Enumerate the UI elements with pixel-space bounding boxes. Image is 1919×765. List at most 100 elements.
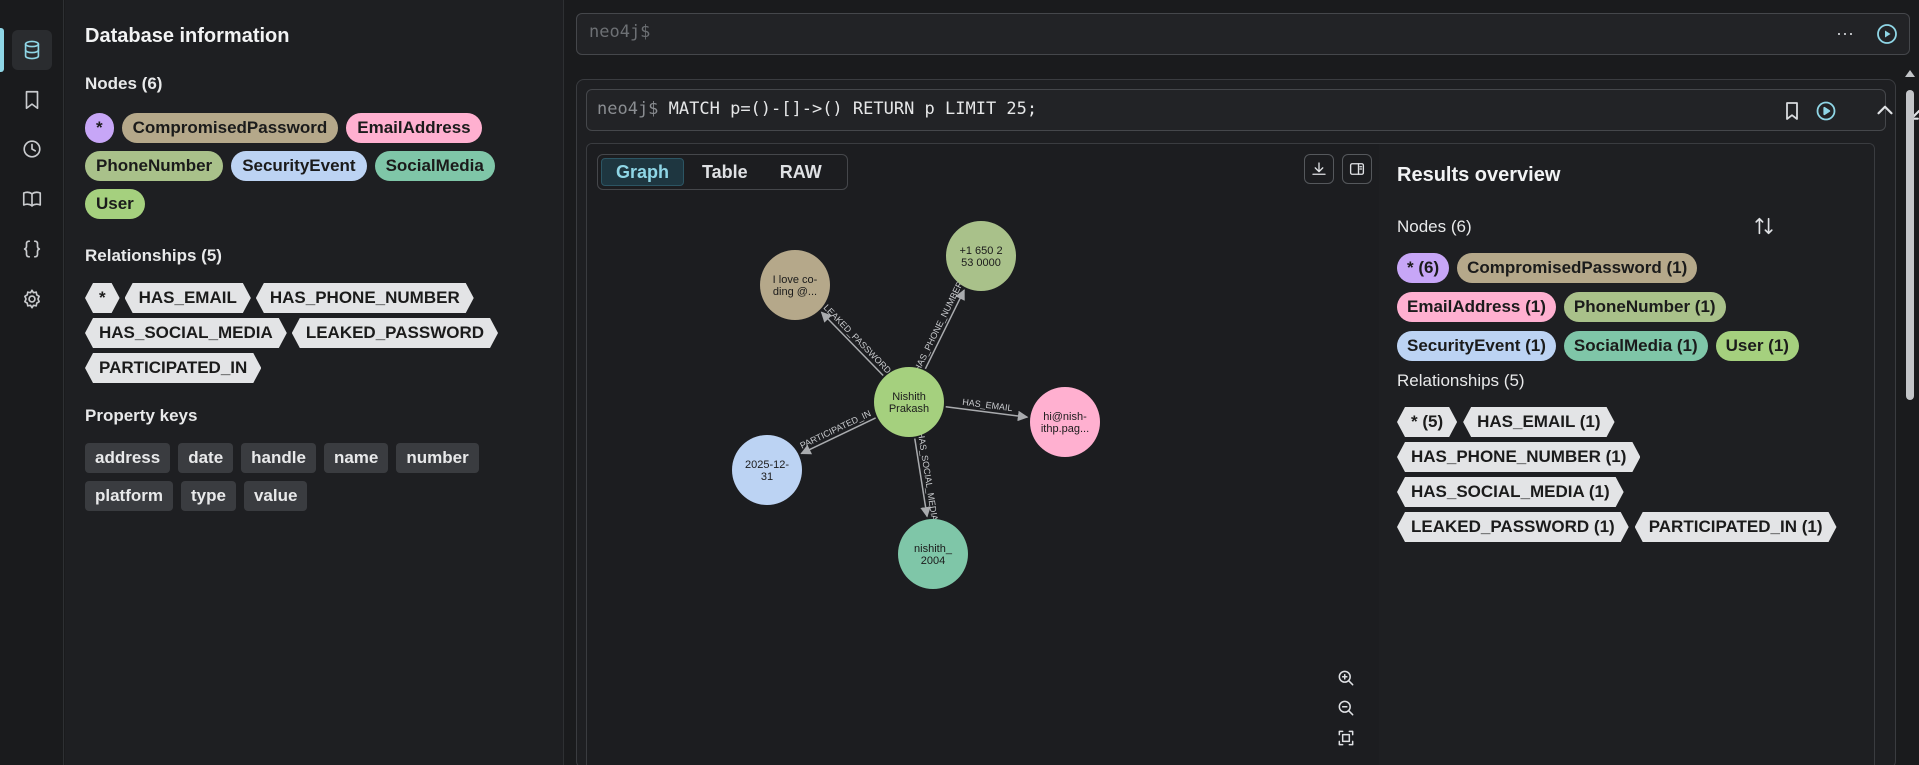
run-query-icon[interactable] [1875,22,1899,46]
graph-node-caption: nishith_ [914,543,953,555]
rel-chip-has-email[interactable]: HAS_EMAIL [125,283,251,313]
graph-canvas[interactable]: Graph Table RAW LEAKED_PASSWORD HAS_PHON… [587,144,1379,765]
results-overview-panel: Results overview Nodes (6) * (6) Comprom… [1379,144,1874,765]
collapse-icon[interactable] [1872,97,1898,123]
graph-node-caption: ding @... [773,286,817,298]
graph-node-user[interactable]: NishithPrakash [874,367,944,437]
overview-rel-chip-leaked-password[interactable]: LEAKED_PASSWORD (1) [1397,512,1629,542]
node-chip-securityevent[interactable]: SecurityEvent [231,151,367,181]
overview-relationships-label: Relationships (5) [1397,371,1525,390]
graph-edge-label: HAS_EMAIL [962,397,1013,413]
graph-node-phone[interactable]: +1 650 253 0000 [946,221,1016,291]
active-indicator [0,28,4,72]
graph-node-caption: 53 0000 [961,257,1001,269]
braces-icon[interactable] [12,229,52,269]
overview-node-chip-compromisedpassword[interactable]: CompromisedPassword (1) [1457,253,1698,283]
overview-rel-chip-all[interactable]: * (5) [1397,407,1457,437]
overview-node-chip-phonenumber[interactable]: PhoneNumber (1) [1563,292,1726,322]
overview-node-chip-all[interactable]: * (6) [1397,253,1450,283]
node-chip-compromisedpassword[interactable]: CompromisedPassword [121,113,339,143]
graph-node-caption: I love co- [773,274,818,286]
rerun-query-icon[interactable] [1814,99,1838,123]
property-key-number[interactable]: number [396,443,479,473]
graph-node-pwd[interactable]: I love co-ding @... [760,250,830,320]
graph-node-social[interactable]: nishith_2004 [898,519,968,589]
graph-edge-label: LEAKED_PASSWORD [822,302,894,375]
panel-title: Database information [85,25,290,47]
main-area: neo4j$ ··· neo4j$ MATCH p=()-[]->() RETU… [565,0,1919,765]
overview-nodes-label: Nodes (6) [1397,217,1472,236]
graph-edge-label: PARTICIPATED_IN [798,408,872,450]
graph-node-caption: ithp.pag... [1041,423,1089,435]
overview-relationship-list: * (5) HAS_EMAIL (1) HAS_PHONE_NUMBER (1)… [1397,407,1857,542]
cypher-editor[interactable]: neo4j$ ··· [576,13,1910,55]
graph-node-caption: 2025-12- [745,459,789,471]
zoom-in-icon[interactable] [1332,664,1360,692]
graph-node-caption: +1 650 2 [959,245,1002,257]
frame-query-bar[interactable]: neo4j$ MATCH p=()-[]->() RETURN p LIMIT … [586,89,1886,131]
graph-edge-leaked-password[interactable] [820,311,884,377]
rel-chip-all[interactable]: * [85,283,120,313]
overview-rel-chip-participated-in[interactable]: PARTICIPATED_IN (1) [1635,512,1837,542]
history-icon[interactable] [12,129,52,169]
gear-icon[interactable] [12,279,52,319]
node-chip-emailaddress[interactable]: EmailAddress [346,113,482,143]
frame-query-text[interactable]: neo4j$ MATCH p=()-[]->() RETURN p LIMIT … [597,99,1037,119]
bookmark-icon[interactable] [1780,99,1804,123]
scroll-up-icon[interactable] [1905,70,1915,77]
property-key-date[interactable]: date [178,443,234,473]
property-key-platform[interactable]: platform [85,481,173,511]
node-chip-socialmedia[interactable]: SocialMedia [374,151,495,181]
property-key-type[interactable]: type [181,481,236,511]
rel-chip-has-phone-number[interactable]: HAS_PHONE_NUMBER [256,283,474,313]
nodes-label: Nodes (6) [85,74,163,93]
rel-chip-participated-in[interactable]: PARTICIPATED_IN [85,353,261,383]
frame-prompt: neo4j$ [597,99,659,119]
graph-edge-label: HAS_SOCIAL_MEDIA [916,431,940,521]
scrollbar-thumb[interactable] [1906,90,1914,400]
property-key-value[interactable]: value [243,481,308,511]
rel-chip-has-social-media[interactable]: HAS_SOCIAL_MEDIA [85,318,287,348]
graph-node-caption: Prakash [889,403,929,415]
zoom-out-icon[interactable] [1332,694,1360,722]
graph-node-event[interactable]: 2025-12-31 [732,435,802,505]
graph-node-caption: Nishith [892,391,926,403]
overview-node-list: * (6) CompromisedPassword (1) EmailAddre… [1397,253,1857,361]
graph-edge-label: HAS_PHONE_NUMBER [912,279,965,373]
overview-rel-chip-has-phone-number[interactable]: HAS_PHONE_NUMBER (1) [1397,442,1640,472]
database-icon[interactable] [12,30,52,70]
property-keys-label: Property keys [85,406,198,425]
property-key-address[interactable]: address [85,443,171,473]
graph-node-email[interactable]: hi@nish-ithp.pag... [1030,387,1100,457]
node-chip-phonenumber[interactable]: PhoneNumber [85,151,224,181]
graph-node-caption: hi@nish- [1043,411,1087,423]
icon-rail [0,0,64,765]
property-key-name[interactable]: name [323,443,389,473]
result-frame: neo4j$ MATCH p=()-[]->() RETURN p LIMIT … [576,79,1919,765]
node-chip-all[interactable]: * [85,113,114,143]
overview-node-chip-user[interactable]: User (1) [1715,331,1799,361]
more-options-icon[interactable]: ··· [1833,22,1857,46]
relationship-type-list: * HAS_EMAIL HAS_PHONE_NUMBER HAS_SOCIAL_… [85,283,535,383]
fit-to-screen-icon[interactable] [1332,724,1360,752]
scrollbar[interactable] [1903,70,1917,760]
property-key-handle[interactable]: handle [241,443,316,473]
overview-node-chip-socialmedia[interactable]: SocialMedia (1) [1563,331,1708,361]
property-key-list: address date handle name number platform… [85,443,535,511]
node-chip-user[interactable]: User [85,189,145,219]
overview-node-chip-emailaddress[interactable]: EmailAddress (1) [1397,292,1556,322]
rel-chip-leaked-password[interactable]: LEAKED_PASSWORD [292,318,498,348]
overview-rel-chip-has-social-media[interactable]: HAS_SOCIAL_MEDIA (1) [1397,477,1624,507]
database-information-panel: Database information Nodes (6) * Comprom… [65,0,564,765]
overview-node-chip-securityevent[interactable]: SecurityEvent (1) [1397,331,1556,361]
graph-node-caption: 31 [761,471,773,483]
sort-icon[interactable] [1753,215,1777,239]
graph-svg[interactable]: LEAKED_PASSWORD HAS_PHONE_NUMBER HAS_EMAIL… [587,144,1379,765]
frame-query: MATCH p=()-[]->() RETURN p LIMIT 25; [668,99,1038,119]
overview-rel-chip-has-email[interactable]: HAS_EMAIL (1) [1463,407,1614,437]
relationships-label: Relationships (5) [85,246,222,265]
neo4j-browser: Database information Nodes (6) * Comprom… [0,0,1919,765]
bookmark-icon[interactable] [12,80,52,120]
editor-prompt[interactable]: neo4j$ [589,22,650,42]
book-icon[interactable] [12,179,52,219]
